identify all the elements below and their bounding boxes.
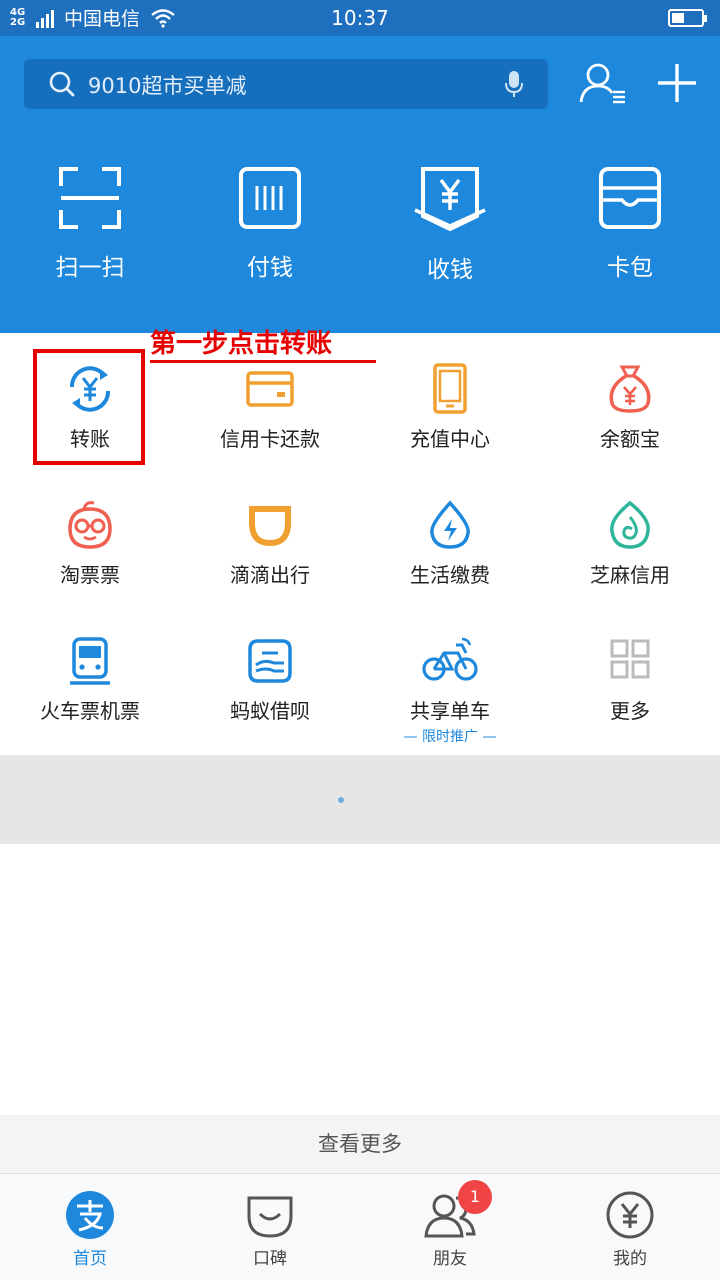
- service-label: 滴滴出行: [230, 563, 310, 587]
- service-more[interactable]: 更多: [540, 635, 720, 724]
- taopiaopiao-icon: [68, 501, 112, 549]
- service-recharge[interactable]: 充值中心: [360, 363, 540, 452]
- service-label: 充值中心: [410, 427, 490, 451]
- view-more-button[interactable]: 查看更多: [0, 1115, 720, 1173]
- service-label: 火车票机票: [40, 699, 140, 723]
- search-icon: [49, 71, 75, 97]
- tab-home[interactable]: 首页: [0, 1190, 180, 1269]
- money-bag-icon: [609, 365, 651, 413]
- search-bar[interactable]: 9010超市买单减: [24, 59, 548, 109]
- service-label: 余额宝: [600, 427, 660, 451]
- service-label: 共享单车: [410, 699, 490, 723]
- service-credit-card[interactable]: 信用卡还款: [180, 363, 360, 452]
- didi-icon: [249, 506, 291, 547]
- microphone-icon[interactable]: [504, 70, 524, 98]
- phone-recharge-icon: [433, 363, 467, 414]
- my-account-icon: [606, 1191, 654, 1239]
- wallet-icon: [599, 167, 661, 229]
- service-train-ticket[interactable]: 火车票机票: [0, 635, 180, 724]
- train-icon: [70, 637, 110, 685]
- tab-label: 首页: [73, 1249, 107, 1269]
- service-label: 信用卡还款: [220, 427, 320, 451]
- more-grid-icon: [610, 639, 650, 679]
- service-taopiaopiao[interactable]: 淘票票: [0, 499, 180, 588]
- battery-icon: [668, 9, 707, 27]
- banner-carousel[interactable]: [0, 755, 720, 844]
- notification-badge: 1: [458, 1180, 492, 1214]
- service-label: 淘票票: [60, 563, 120, 587]
- pay-label: 付钱: [247, 255, 293, 281]
- koubei-icon: [247, 1196, 293, 1238]
- sesame-credit-icon: [610, 500, 650, 549]
- carousel-indicator: [338, 797, 344, 803]
- tab-koubei[interactable]: 口碑: [180, 1190, 360, 1269]
- annotation-highlight-box: [33, 349, 145, 465]
- promo-label: — 限时推广 —: [403, 729, 497, 745]
- tab-label: 我的: [613, 1249, 647, 1269]
- plus-icon[interactable]: [656, 62, 698, 104]
- annotation-text: 第一步点击转账: [150, 328, 376, 363]
- tab-mine[interactable]: 我的: [540, 1190, 720, 1269]
- header: 9010超市买单减 扫一扫 付钱 收钱 卡包: [0, 36, 720, 333]
- cardbag-button[interactable]: 卡包: [540, 166, 720, 282]
- service-ant-loan[interactable]: 蚂蚁借呗: [180, 635, 360, 724]
- service-label: 蚂蚁借呗: [230, 699, 310, 723]
- bottom-tab-bar: 首页 口碑 朋友 1 我的: [0, 1173, 720, 1280]
- scan-button[interactable]: 扫一扫: [0, 166, 180, 282]
- clock: 10:37: [331, 6, 389, 30]
- service-shared-bike[interactable]: 共享单车 — 限时推广 —: [360, 635, 540, 746]
- service-yuebao[interactable]: 余额宝: [540, 363, 720, 452]
- pay-button[interactable]: 付钱: [180, 166, 360, 282]
- service-label: 芝麻信用: [590, 563, 670, 587]
- tab-label: 朋友: [433, 1249, 467, 1269]
- service-sesame-credit[interactable]: 芝麻信用: [540, 499, 720, 588]
- service-didi[interactable]: 滴滴出行: [180, 499, 360, 588]
- barcode-icon: [239, 167, 301, 229]
- status-bar: 4G 2G 中国电信 10:37: [0, 0, 720, 36]
- contacts-icon[interactable]: [578, 62, 628, 106]
- tab-label: 口碑: [253, 1249, 287, 1269]
- service-utilities[interactable]: 生活缴费: [360, 499, 540, 588]
- service-label: 生活缴费: [410, 563, 490, 587]
- credit-card-icon: [246, 371, 294, 407]
- search-placeholder: 9010超市买单减: [88, 74, 247, 98]
- bicycle-icon: [422, 637, 478, 681]
- alipay-home-icon: [66, 1191, 114, 1239]
- receive-label: 收钱: [427, 257, 473, 283]
- cardbag-label: 卡包: [607, 255, 653, 281]
- utility-drop-icon: [430, 500, 470, 549]
- receive-button[interactable]: 收钱: [360, 166, 540, 284]
- ant-loan-icon: [248, 639, 292, 683]
- tab-friends[interactable]: 朋友: [360, 1190, 540, 1269]
- service-label: 更多: [610, 699, 650, 723]
- scan-icon: [59, 167, 121, 229]
- receive-money-icon: [414, 167, 486, 232]
- scan-label: 扫一扫: [55, 255, 125, 281]
